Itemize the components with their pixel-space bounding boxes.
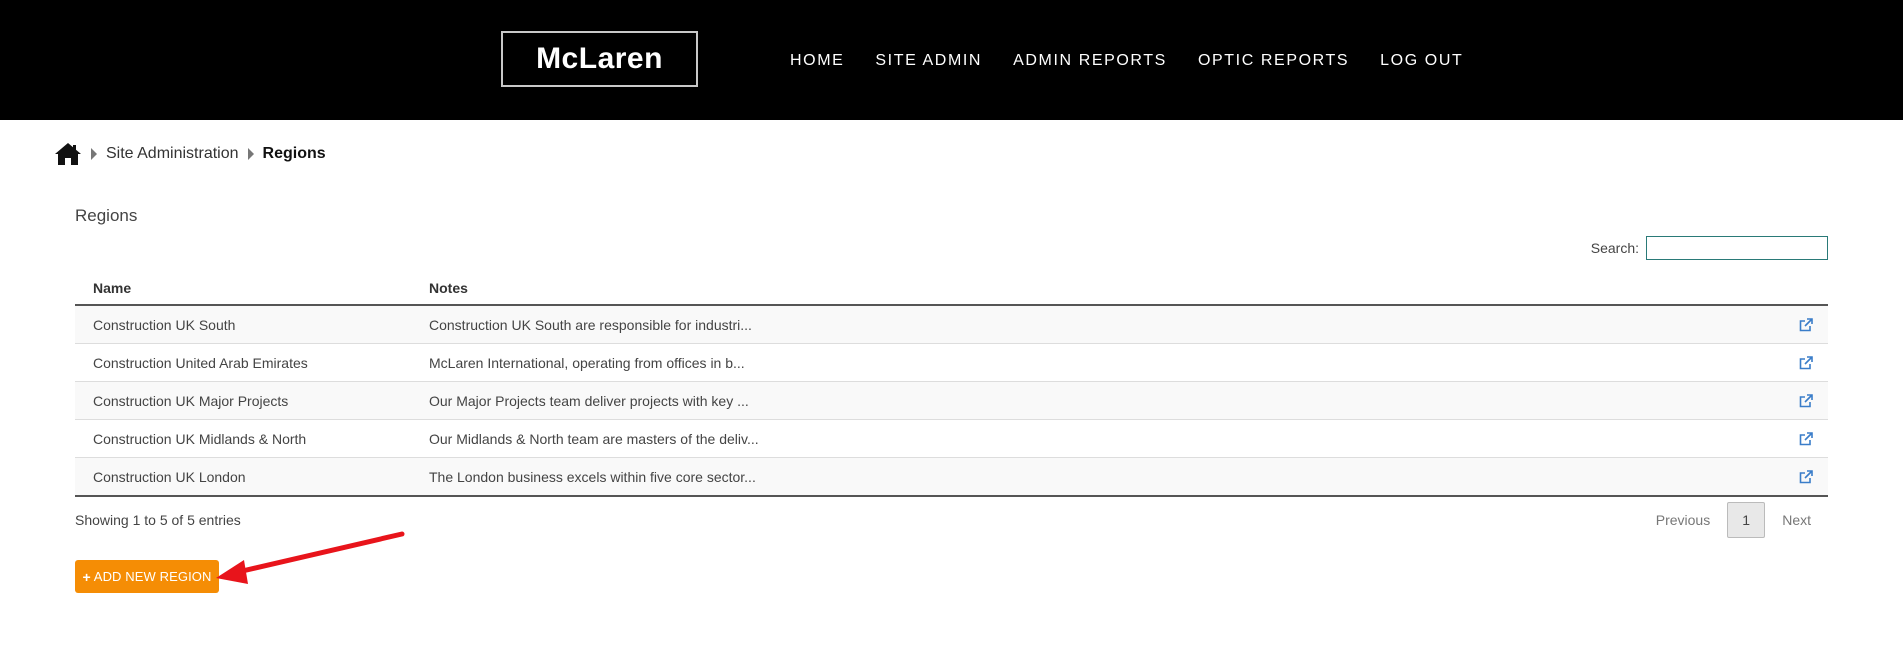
external-link-icon[interactable]	[1798, 317, 1814, 333]
region-notes: Construction UK South are responsible fo…	[411, 305, 1756, 344]
next-page-button[interactable]: Next	[1765, 501, 1828, 539]
breadcrumb: Site Administration Regions	[54, 140, 326, 168]
nav-home[interactable]: HOME	[790, 50, 844, 72]
search-label: Search:	[1590, 240, 1639, 256]
nav-site-admin[interactable]: SITE ADMIN	[875, 50, 982, 72]
region-notes: Our Midlands & North team are masters of…	[411, 419, 1756, 458]
region-name: Construction UK South	[75, 305, 411, 344]
pagination: Previous 1 Next	[1639, 501, 1828, 539]
mclaren-logo[interactable]: McLaren	[501, 31, 698, 87]
arrow-annotation	[216, 531, 405, 584]
plus-icon: +	[82, 568, 91, 585]
column-header-name[interactable]: Name	[75, 272, 411, 306]
top-navigation-bar: McLaren HOME SITE ADMIN ADMIN REPORTS OP…	[0, 0, 1903, 120]
breadcrumb-separator-icon	[247, 148, 254, 160]
nav-log-out[interactable]: LOG OUT	[1380, 50, 1463, 72]
home-icon[interactable]	[54, 141, 82, 167]
breadcrumb-separator-icon	[91, 148, 97, 160]
open-region-link[interactable]	[1756, 419, 1828, 458]
region-name: Construction UK Midlands & North	[75, 419, 411, 458]
region-name: Construction UK Major Projects	[75, 381, 411, 420]
table-row: Construction UK London The London busine…	[75, 457, 1828, 497]
search-input[interactable]	[1646, 236, 1828, 260]
breadcrumb-regions: Regions	[262, 145, 326, 162]
nav-admin-reports[interactable]: ADMIN REPORTS	[1013, 50, 1167, 72]
search-box: Search:	[1591, 236, 1828, 260]
external-link-icon[interactable]	[1798, 355, 1814, 371]
region-notes: Our Major Projects team deliver projects…	[411, 381, 1756, 420]
external-link-icon[interactable]	[1798, 393, 1814, 409]
open-region-link[interactable]	[1756, 381, 1828, 420]
add-new-region-label: ADD NEW REGION	[93, 569, 212, 584]
region-name: Construction United Arab Emirates	[75, 343, 411, 382]
main-nav: HOME SITE ADMIN ADMIN REPORTS OPTIC REPO…	[790, 50, 1494, 72]
table-header-row: Name Notes	[75, 272, 1828, 306]
add-new-region-button[interactable]: + ADD NEW REGION	[75, 560, 219, 593]
open-region-link[interactable]	[1756, 343, 1828, 382]
region-name: Construction UK London	[75, 457, 411, 497]
regions-table: Name Notes Construction UK South Constru…	[75, 272, 1828, 497]
nav-optic-reports[interactable]: OPTIC REPORTS	[1198, 50, 1349, 72]
column-header-actions	[1756, 272, 1828, 306]
external-link-icon[interactable]	[1798, 469, 1814, 485]
column-header-notes[interactable]: Notes	[411, 272, 1756, 306]
previous-page-button[interactable]: Previous	[1639, 501, 1727, 539]
table-row: Construction UK Major Projects Our Major…	[75, 381, 1828, 420]
external-link-icon[interactable]	[1798, 431, 1814, 447]
page-1-button[interactable]: 1	[1727, 502, 1766, 538]
page-title: Regions	[75, 206, 138, 225]
table-row: Construction UK South Construction UK So…	[75, 305, 1828, 344]
open-region-link[interactable]	[1756, 305, 1828, 344]
table-row: Construction United Arab Emirates McLare…	[75, 343, 1828, 382]
table-row: Construction UK Midlands & North Our Mid…	[75, 419, 1828, 458]
table-info: Showing 1 to 5 of 5 entries	[75, 512, 241, 528]
region-notes: McLaren International, operating from of…	[411, 343, 1756, 382]
open-region-link[interactable]	[1756, 457, 1828, 497]
breadcrumb-site-administration[interactable]: Site Administration	[106, 145, 239, 163]
region-notes: The London business excels within five c…	[411, 457, 1756, 497]
